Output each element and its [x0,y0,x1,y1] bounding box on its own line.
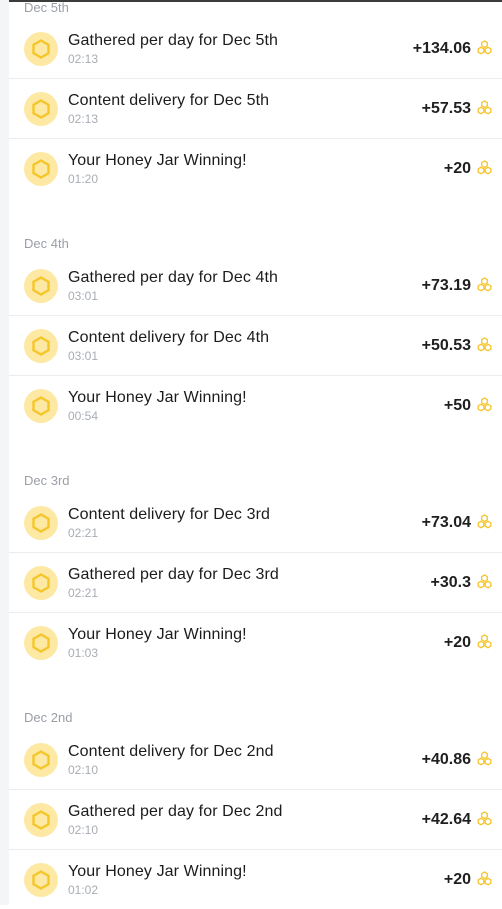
transaction-time: 01:20 [68,172,99,186]
transaction-row[interactable]: Gathered per day for Dec 3rd 02:21 +30.3 [9,553,502,613]
transaction-row[interactable]: Content delivery for Dec 5th 02:13 +57.53 [9,79,502,139]
transaction-time: 03:01 [68,289,99,303]
transaction-title: Content delivery for Dec 4th [68,329,270,346]
hexagon-coin-icon [24,565,58,600]
transaction-amount: +20 [443,633,471,651]
hexagon-coin-icon [24,268,58,303]
transaction-row[interactable]: Content delivery for Dec 4th 03:01 +50.53 [9,316,502,376]
honeycomb-icon [477,277,492,292]
transaction-time: 01:03 [68,646,99,660]
transaction-time: 02:10 [68,823,99,837]
hexagon-coin-icon [24,802,58,837]
transaction-amount: +73.19 [421,276,471,294]
transaction-time: 03:01 [68,349,99,363]
date-header: Dec 4th [24,236,69,251]
transaction-title: Your Honey Jar Winning! [68,389,247,406]
honeycomb-icon [477,40,492,55]
left-sidebar-edge [0,0,9,905]
honeycomb-icon [477,337,492,352]
transaction-title: Gathered per day for Dec 4th [68,269,279,286]
date-group: Dec 2nd Content delivery for Dec 2nd 02:1… [9,706,502,909]
transaction-row[interactable]: Your Honey Jar Winning! 01:02 +20 [9,850,502,909]
hexagon-coin-icon [24,742,58,777]
honeycomb-icon [477,514,492,529]
transaction-time: 02:13 [68,52,99,66]
transaction-list: Dec 5th Gathered per day for Dec 5th 02:1… [9,0,502,909]
honeycomb-icon [477,751,492,766]
honeycomb-icon [477,634,492,649]
hexagon-coin-icon [24,625,58,660]
transaction-row[interactable]: Gathered per day for Dec 5th 02:13 +134.0… [9,19,502,79]
transaction-time: 02:10 [68,763,99,777]
hexagon-coin-icon [24,31,58,66]
hexagon-coin-icon [24,328,58,363]
transaction-title: Your Honey Jar Winning! [68,626,247,643]
transaction-row[interactable]: Content delivery for Dec 2nd 02:10 +40.86 [9,730,502,790]
hexagon-coin-icon [24,151,58,186]
honeycomb-icon [477,160,492,175]
transaction-amount: +134.06 [412,39,471,57]
date-group: Dec 5th Gathered per day for Dec 5th 02:1… [9,0,502,232]
transaction-amount: +30.3 [430,573,471,591]
transaction-time: 02:21 [68,586,99,600]
transaction-row[interactable]: Your Honey Jar Winning! 00:54 +50 [9,376,502,435]
honeycomb-icon [477,397,492,412]
transaction-title: Your Honey Jar Winning! [68,152,247,169]
transaction-time: 01:02 [68,883,99,897]
transaction-time: 00:54 [68,409,99,423]
transaction-amount: +20 [443,870,471,888]
date-header: Dec 5th [24,0,69,15]
transaction-row[interactable]: Gathered per day for Dec 2nd 02:10 +42.64 [9,790,502,850]
hexagon-coin-icon [24,388,58,423]
date-group: Dec 4th Gathered per day for Dec 4th 03:0… [9,232,502,469]
transaction-amount: +20 [443,159,471,177]
transaction-title: Content delivery for Dec 2nd [68,743,274,760]
hexagon-coin-icon [24,862,58,897]
transaction-row[interactable]: Content delivery for Dec 3rd 02:21 +73.04 [9,493,502,553]
date-header: Dec 2nd [24,710,73,725]
date-header: Dec 3rd [24,473,70,488]
transaction-amount: +42.64 [421,810,471,828]
transaction-title: Content delivery for Dec 3rd [68,506,271,523]
honeycomb-icon [477,811,492,826]
transaction-amount: +50.53 [421,336,471,354]
transaction-title: Gathered per day for Dec 3rd [68,566,279,583]
transaction-title: Content delivery for Dec 5th [68,92,270,109]
transaction-amount: +57.53 [421,99,471,117]
transaction-title: Gathered per day for Dec 2nd [68,803,283,820]
transaction-title: Gathered per day for Dec 5th [68,32,279,49]
transaction-row[interactable]: Your Honey Jar Winning! 01:20 +20 [9,139,502,198]
hexagon-coin-icon [24,505,58,540]
date-group: Dec 3rd Content delivery for Dec 3rd 02:2… [9,469,502,706]
transaction-time: 02:13 [68,112,99,126]
transaction-row[interactable]: Gathered per day for Dec 4th 03:01 +73.19 [9,256,502,316]
transaction-time: 02:21 [68,526,99,540]
transaction-amount: +73.04 [421,513,471,531]
transaction-title: Your Honey Jar Winning! [68,863,247,880]
honeycomb-icon [477,574,492,589]
honeycomb-icon [477,100,492,115]
transaction-amount: +40.86 [421,750,471,768]
hexagon-coin-icon [24,91,58,126]
honeycomb-icon [477,871,492,886]
transaction-row[interactable]: Your Honey Jar Winning! 01:03 +20 [9,613,502,672]
transaction-amount: +50 [443,396,471,414]
